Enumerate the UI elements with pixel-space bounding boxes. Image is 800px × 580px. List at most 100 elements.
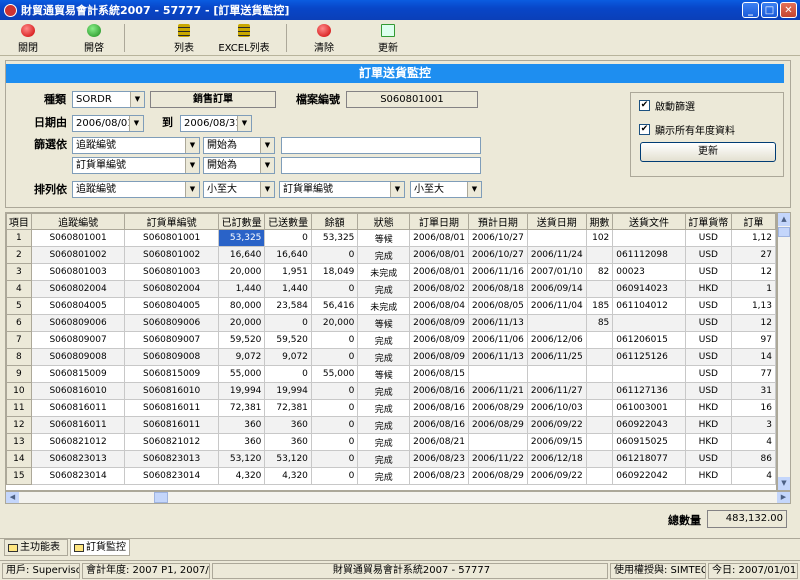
- table-cell[interactable]: 2006/08/16: [409, 416, 469, 434]
- table-cell[interactable]: 4: [731, 433, 776, 451]
- table-cell[interactable]: 2006/10/03: [526, 399, 587, 417]
- table-cell[interactable]: 2006/12/18: [526, 450, 587, 468]
- table-cell[interactable]: USD: [684, 246, 733, 264]
- table-cell[interactable]: 2006/08/04: [409, 297, 469, 315]
- table-cell[interactable]: 97: [731, 331, 776, 349]
- column-header[interactable]: 已送數量: [264, 213, 312, 230]
- table-cell[interactable]: HKD: [684, 399, 733, 417]
- table-cell[interactable]: 2006/10/27: [467, 246, 528, 264]
- table-cell[interactable]: 0: [310, 399, 359, 417]
- table-cell[interactable]: 2006/11/13: [467, 314, 528, 332]
- column-header[interactable]: 追蹤編號: [30, 213, 126, 230]
- table-cell[interactable]: 20,000: [217, 263, 266, 281]
- table-row[interactable]: 8 S060809008 S060809008 9,072 9,072 0 完成 2006/0…: [6, 348, 776, 366]
- table-cell[interactable]: 82: [585, 263, 614, 281]
- column-header[interactable]: 訂單貨幣: [684, 213, 733, 230]
- horizontal-scrollbar[interactable]: ◀ ▶: [5, 491, 791, 504]
- table-cell[interactable]: HKD: [684, 467, 733, 485]
- table-row[interactable]: 1 S060801001 S060801001 53,325 0 53,325 等候 2006…: [6, 229, 776, 247]
- table-cell[interactable]: 3: [731, 416, 776, 434]
- table-cell[interactable]: 0: [310, 348, 359, 366]
- table-cell[interactable]: 0: [264, 365, 312, 383]
- table-cell[interactable]: 6: [6, 314, 32, 332]
- table-cell[interactable]: S060802004: [30, 280, 126, 298]
- close-window-button[interactable]: ✕: [780, 2, 797, 18]
- table-cell[interactable]: 360: [217, 433, 266, 451]
- table-cell[interactable]: [585, 280, 614, 298]
- table-cell[interactable]: 1: [6, 229, 32, 247]
- column-header[interactable]: 送貨日期: [526, 213, 587, 230]
- table-cell[interactable]: 9,072: [264, 348, 312, 366]
- scroll-up-icon[interactable]: ▲: [778, 213, 790, 226]
- table-cell[interactable]: 060922043: [612, 416, 686, 434]
- tab-main-menu[interactable]: 主功能表: [4, 539, 68, 556]
- scroll-right-icon[interactable]: ▶: [777, 492, 790, 503]
- table-cell[interactable]: 完成: [357, 246, 411, 264]
- table-cell[interactable]: 55,000: [217, 365, 266, 383]
- table-cell[interactable]: 1,440: [264, 280, 312, 298]
- table-cell[interactable]: 2006/08/02: [409, 280, 469, 298]
- table-cell[interactable]: 1,13: [731, 297, 776, 315]
- table-cell[interactable]: [585, 331, 614, 349]
- table-cell[interactable]: 9,072: [217, 348, 266, 366]
- table-cell[interactable]: USD: [684, 365, 733, 383]
- table-cell[interactable]: [585, 382, 614, 400]
- scroll-thumb[interactable]: [778, 227, 790, 237]
- table-cell[interactable]: 77: [731, 365, 776, 383]
- column-header[interactable]: 餘額: [310, 213, 359, 230]
- table-cell[interactable]: [585, 399, 614, 417]
- table-cell[interactable]: 2006/08/09: [409, 348, 469, 366]
- table-cell[interactable]: HKD: [684, 433, 733, 451]
- table-cell[interactable]: 0: [310, 467, 359, 485]
- table-cell[interactable]: S060809008: [124, 348, 219, 366]
- table-cell[interactable]: [585, 246, 614, 264]
- table-cell[interactable]: [467, 365, 528, 383]
- table-cell[interactable]: 56,416: [310, 297, 359, 315]
- table-cell[interactable]: S060816011: [124, 399, 219, 417]
- table-cell[interactable]: 061003001: [612, 399, 686, 417]
- table-cell[interactable]: 2006/12/06: [526, 331, 587, 349]
- table-cell[interactable]: 15: [6, 467, 32, 485]
- table-cell[interactable]: 102: [585, 229, 614, 247]
- close-button[interactable]: 關閉: [10, 22, 46, 54]
- table-cell[interactable]: S060801002: [30, 246, 126, 264]
- table-row[interactable]: 5 S060804005 S060804005 80,000 23,584 56,416 未…: [6, 297, 776, 315]
- filter2-field-select[interactable]: 訂貨單編號 ▼: [72, 157, 200, 174]
- table-cell[interactable]: 53,325: [310, 229, 359, 247]
- table-cell[interactable]: 80,000: [217, 297, 266, 315]
- table-row[interactable]: 11 S060816011 S060816011 72,381 72,381 0 完成 200…: [6, 399, 776, 417]
- table-cell[interactable]: 2006/09/22: [526, 416, 587, 434]
- table-cell[interactable]: 完成: [357, 382, 411, 400]
- table-cell[interactable]: 0: [310, 331, 359, 349]
- table-cell[interactable]: 0: [264, 314, 312, 332]
- table-cell[interactable]: 2006/08/16: [409, 382, 469, 400]
- table-cell[interactable]: 061104012: [612, 297, 686, 315]
- table-cell[interactable]: 0: [310, 416, 359, 434]
- table-cell[interactable]: 14: [6, 450, 32, 468]
- table-cell[interactable]: 2006/08/01: [409, 229, 469, 247]
- table-cell[interactable]: 0: [310, 246, 359, 264]
- scroll-down-icon[interactable]: ▼: [778, 477, 790, 490]
- table-cell[interactable]: 0: [310, 382, 359, 400]
- table-cell[interactable]: [612, 365, 686, 383]
- refresh-toolbar-button[interactable]: 更新: [370, 22, 406, 54]
- table-cell[interactable]: 16: [731, 399, 776, 417]
- table-cell[interactable]: 2006/09/15: [526, 433, 587, 451]
- table-row[interactable]: 15 S060823014 S060823014 4,320 4,320 0 完成 2006/…: [6, 467, 776, 485]
- table-cell[interactable]: 360: [264, 416, 312, 434]
- table-row[interactable]: 7 S060809007 S060809007 59,520 59,520 0 完成 2006…: [6, 331, 776, 349]
- column-header[interactable]: 訂貨單編號: [124, 213, 219, 230]
- table-cell[interactable]: 5: [6, 297, 32, 315]
- column-header[interactable]: 項目: [6, 213, 32, 230]
- table-cell[interactable]: 2006/11/22: [467, 450, 528, 468]
- table-cell[interactable]: 85: [585, 314, 614, 332]
- column-header[interactable]: 訂單日期: [409, 213, 469, 230]
- table-cell[interactable]: S060815009: [30, 365, 126, 383]
- table-cell[interactable]: 9: [6, 365, 32, 383]
- table-cell[interactable]: 19,994: [264, 382, 312, 400]
- table-cell[interactable]: 完成: [357, 450, 411, 468]
- table-cell[interactable]: 1,951: [264, 263, 312, 281]
- table-cell[interactable]: 4,320: [217, 467, 266, 485]
- table-cell[interactable]: 55,000: [310, 365, 359, 383]
- table-cell[interactable]: S060823013: [30, 450, 126, 468]
